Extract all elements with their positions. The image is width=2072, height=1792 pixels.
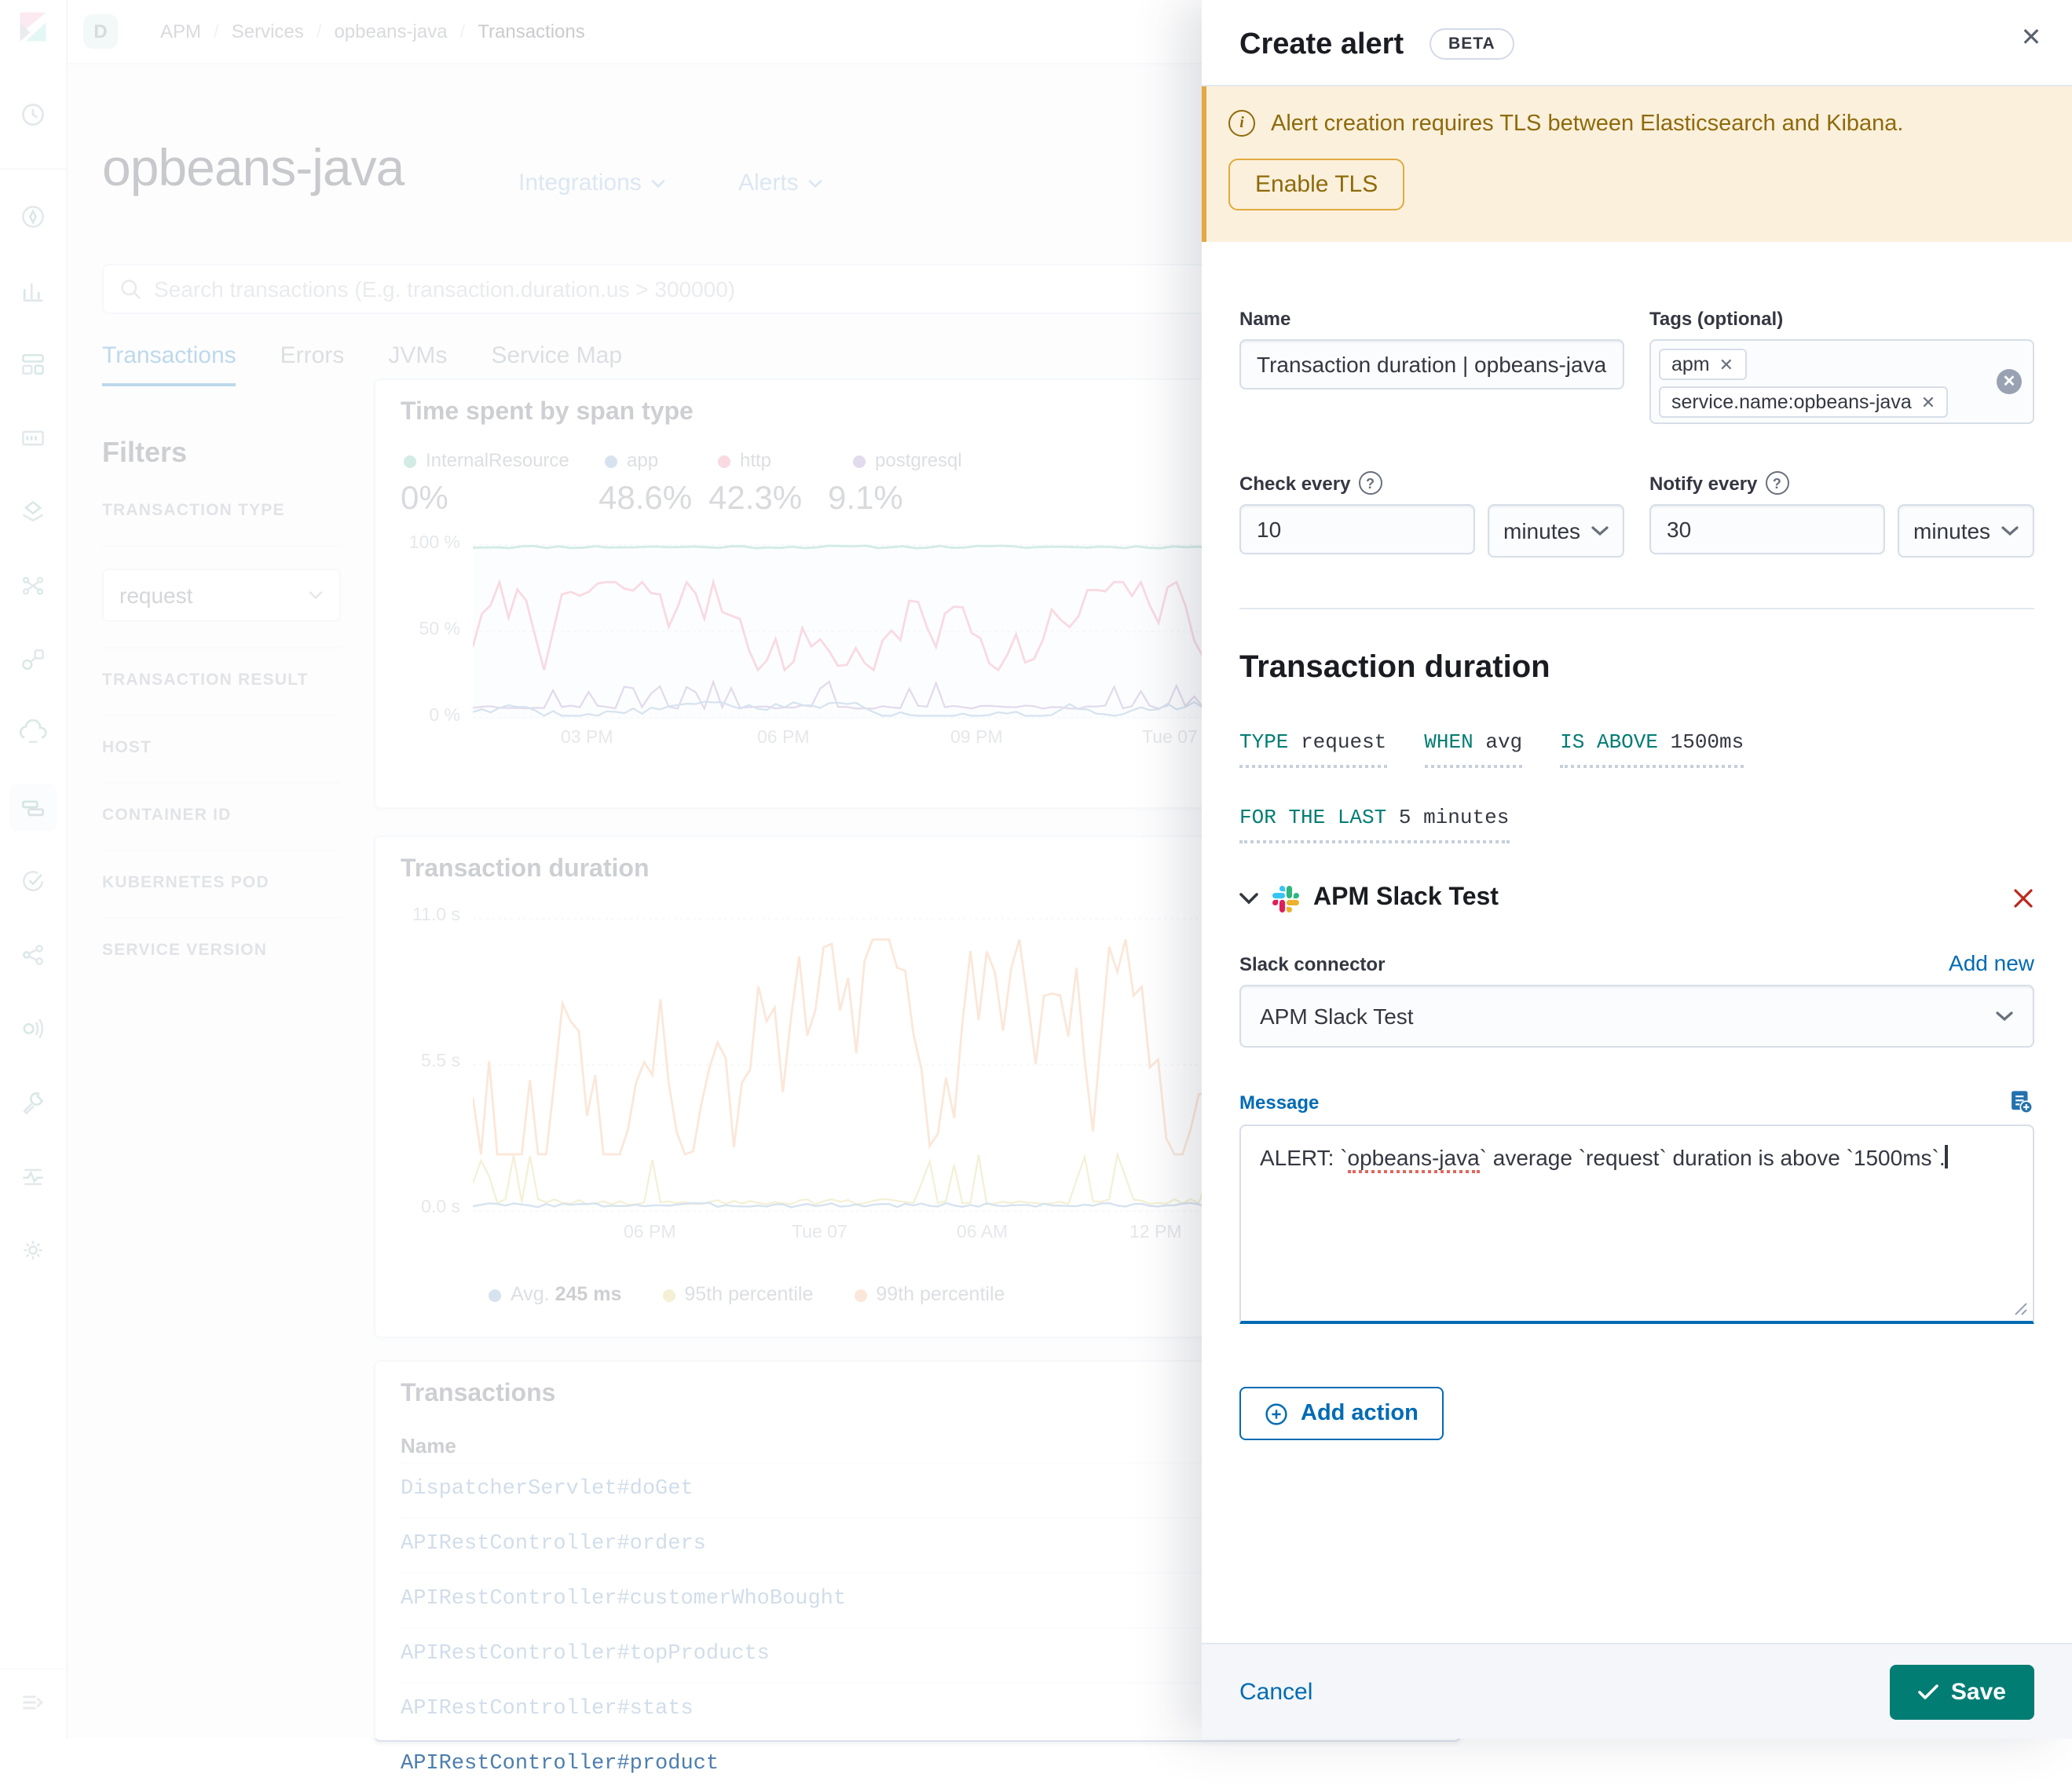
- tag-pill-apm: apm ✕: [1659, 349, 1747, 380]
- tags-combobox[interactable]: apm ✕ service.name:opbeans-java ✕ ✕: [1649, 339, 2034, 424]
- resize-handle-icon[interactable]: [2014, 1302, 2028, 1316]
- table-row[interactable]: APIRestController#product: [401, 1737, 1434, 1792]
- message-textarea[interactable]: ALERT: `opbeans-java` average `request` …: [1239, 1125, 2034, 1324]
- help-icon[interactable]: ?: [1765, 471, 1789, 495]
- slack-connector-select[interactable]: APM Slack Test: [1239, 985, 2034, 1048]
- add-action-button[interactable]: Add action: [1239, 1387, 1444, 1440]
- remove-tag-icon[interactable]: ✕: [1921, 392, 1935, 412]
- tls-warning-callout: i Alert creation requires TLS between El…: [1202, 86, 2072, 242]
- chevron-down-icon[interactable]: [1239, 892, 1258, 905]
- message-row: Message: [1239, 1088, 2034, 1115]
- add-new-connector-link[interactable]: Add new: [1949, 950, 2034, 975]
- connector-row: Slack connector Add new: [1239, 950, 2034, 975]
- remove-action-icon[interactable]: [2012, 887, 2034, 909]
- notify-every-input[interactable]: [1649, 504, 1885, 554]
- notify-every-unit-select[interactable]: minutes: [1898, 504, 2034, 558]
- add-variable-icon[interactable]: [2008, 1088, 2034, 1115]
- check-every-unit-select[interactable]: minutes: [1488, 504, 1624, 558]
- save-button[interactable]: Save: [1889, 1664, 2034, 1719]
- check-every-label: Check every?: [1239, 471, 1624, 495]
- create-alert-flyout: Create alert BETA ✕ i Alert creation req…: [1202, 0, 2072, 1739]
- message-label: Message: [1239, 1091, 1320, 1113]
- expression-is-above[interactable]: IS ABOVE 1500ms: [1560, 730, 1744, 768]
- close-icon[interactable]: ✕: [2012, 19, 2050, 57]
- expression-type[interactable]: TYPE request: [1239, 730, 1387, 768]
- slack-connector-label: Slack connector: [1239, 953, 1386, 975]
- expression-when[interactable]: WHEN avg: [1424, 730, 1523, 768]
- chevron-down-icon: [1996, 1011, 2013, 1020]
- check-icon: [1918, 1684, 1938, 1699]
- callout-text: Alert creation requires TLS between Elas…: [1271, 111, 1904, 136]
- flyout-header: Create alert BETA ✕: [1202, 0, 2072, 86]
- beta-badge: BETA: [1430, 28, 1514, 60]
- flyout-title: Create alert: [1239, 28, 1404, 61]
- help-icon[interactable]: ?: [1358, 471, 1382, 495]
- cancel-button[interactable]: Cancel: [1239, 1678, 1312, 1705]
- chevron-down-icon: [1591, 525, 1609, 535]
- enable-tls-button[interactable]: Enable TLS: [1228, 159, 1405, 210]
- screen: D APM/ Services/ opbeans-java/ Transacti…: [0, 0, 2072, 1776]
- chevron-down-icon: [2001, 525, 2019, 535]
- action-accordion-header: APM Slack Test: [1239, 884, 2034, 912]
- spellcheck-word: opbeans-java: [1347, 1145, 1480, 1173]
- clear-tags-icon[interactable]: ✕: [1997, 369, 2022, 394]
- expression-for-the-last[interactable]: FOR THE LAST 5 minutes: [1239, 806, 1510, 843]
- flyout-body: Name Tags (optional) apm✕ service.name:o…: [1202, 242, 2072, 1643]
- slack-icon: [1272, 885, 1299, 912]
- tag-pill-service-name: service.name:opbeans-java ✕: [1659, 386, 1949, 418]
- name-label: Name: [1239, 308, 1291, 330]
- condition-expressions: TYPE request WHEN avg IS ABOVE 1500ms FO…: [1239, 730, 2034, 843]
- check-every-input[interactable]: [1239, 504, 1475, 554]
- condition-heading: Transaction duration: [1239, 650, 1550, 685]
- alert-name-input[interactable]: [1239, 339, 1624, 389]
- tags-label: Tags (optional): [1649, 308, 1784, 330]
- action-title: APM Slack Test: [1313, 884, 1499, 911]
- notify-every-label: Notify every?: [1649, 471, 2034, 495]
- remove-tag-icon[interactable]: ✕: [1719, 354, 1733, 375]
- flyout-footer: Cancel Save: [1202, 1643, 2072, 1739]
- plus-circle-icon: [1265, 1403, 1287, 1424]
- text-caret: [1945, 1145, 1948, 1168]
- info-icon: i: [1228, 110, 1255, 137]
